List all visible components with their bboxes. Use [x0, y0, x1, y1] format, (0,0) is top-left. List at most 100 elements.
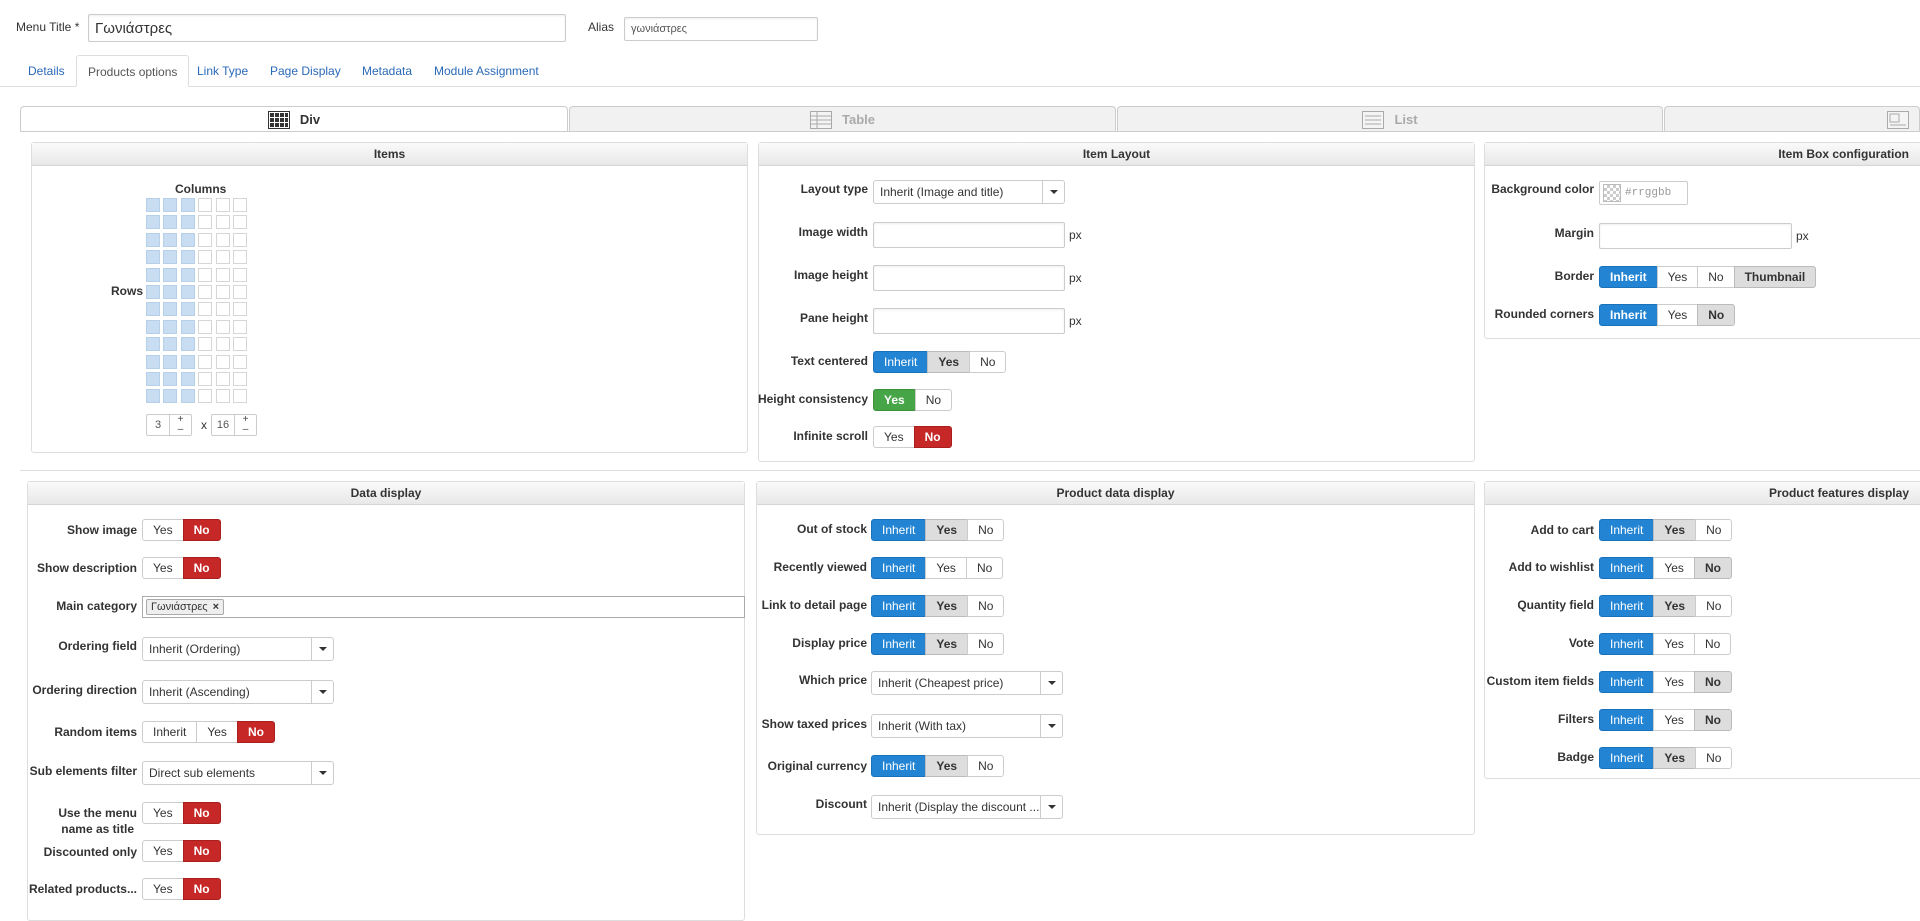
grid-cell[interactable] [163, 389, 178, 404]
rows-stepper[interactable]: 16 + – [211, 414, 257, 436]
grid-cell[interactable] [146, 389, 160, 404]
vote-inherit[interactable]: Inherit [1599, 633, 1655, 655]
text-centered-yes[interactable]: Yes [927, 351, 971, 373]
grid-cell[interactable] [163, 354, 178, 369]
custom-fields-yes[interactable]: Yes [1653, 671, 1695, 693]
grid-cell[interactable] [215, 198, 230, 212]
random-items-inherit[interactable]: Inherit [142, 721, 198, 743]
grid-cell[interactable] [180, 267, 195, 282]
rounded-inherit[interactable]: Inherit [1599, 304, 1658, 326]
grid-cell[interactable] [180, 250, 195, 265]
grid-cell[interactable] [198, 302, 213, 317]
grid-cell[interactable] [146, 215, 160, 230]
grid-cell[interactable] [233, 285, 247, 299]
quantity-field-no[interactable]: No [1695, 595, 1733, 617]
tab-products-options[interactable]: Products options [76, 55, 190, 87]
grid-cell[interactable] [215, 319, 230, 334]
recently-viewed-no[interactable]: No [965, 557, 1004, 579]
ordering-field-select[interactable]: Inherit (Ordering) [142, 637, 334, 661]
border-inherit[interactable]: Inherit [1599, 266, 1658, 288]
image-height-input[interactable] [873, 265, 1065, 291]
menu-name-title-yes[interactable]: Yes [142, 802, 184, 824]
filters-yes[interactable]: Yes [1653, 709, 1695, 731]
text-centered-inherit[interactable]: Inherit [873, 351, 929, 373]
show-description-yes[interactable]: Yes [142, 557, 184, 579]
grid-cell[interactable] [215, 389, 230, 404]
grid-cell[interactable] [146, 232, 160, 247]
discount-select[interactable]: Inherit (Display the discount ... [871, 795, 1063, 819]
grid-cell[interactable] [233, 302, 247, 317]
show-description-no[interactable]: No [182, 557, 221, 579]
grid-cell[interactable] [146, 250, 160, 265]
original-currency-no[interactable]: No [967, 755, 1005, 777]
grid-cell[interactable] [180, 319, 195, 334]
random-items-no[interactable]: No [236, 721, 275, 743]
grid-cell[interactable] [180, 232, 195, 247]
ordering-direction-select[interactable]: Inherit (Ascending) [142, 680, 334, 704]
main-category-input[interactable]: Γωνιάστρες × [142, 596, 745, 618]
add-to-wishlist-no[interactable]: No [1693, 557, 1732, 579]
grid-cell[interactable] [180, 372, 195, 386]
badge-no[interactable]: No [1695, 747, 1733, 769]
grid-cell[interactable] [233, 372, 247, 386]
text-centered-no[interactable]: No [969, 351, 1007, 373]
border-thumbnail[interactable]: Thumbnail [1733, 266, 1817, 288]
grid-cell[interactable] [163, 215, 178, 230]
tab-module-assignment[interactable]: Module Assignment [423, 55, 550, 87]
show-image-yes[interactable]: Yes [142, 519, 184, 541]
grid-cell[interactable] [163, 285, 178, 299]
grid-cell[interactable] [233, 250, 247, 265]
grid-cell[interactable] [233, 198, 247, 212]
grid-cell[interactable] [198, 215, 213, 230]
discounted-only-no[interactable]: No [182, 840, 221, 862]
image-width-input[interactable] [873, 222, 1065, 248]
grid-cell[interactable] [180, 389, 195, 404]
grid-cell[interactable] [146, 198, 160, 212]
grid-cell[interactable] [198, 372, 213, 386]
grid-cell[interactable] [215, 354, 230, 369]
grid-cell[interactable] [146, 354, 160, 369]
related-products-no[interactable]: No [182, 878, 221, 900]
grid-cell[interactable] [215, 232, 230, 247]
grid-cell[interactable] [146, 302, 160, 317]
grid-cell[interactable] [180, 337, 195, 352]
grid-cell[interactable] [180, 215, 195, 230]
grid-cell[interactable] [215, 250, 230, 265]
tab-link-type[interactable]: Link Type [186, 55, 259, 87]
vote-no[interactable]: No [1693, 633, 1732, 655]
infinite-scroll-no[interactable]: No [913, 426, 952, 448]
badge-inherit[interactable]: Inherit [1599, 747, 1655, 769]
grid-cell[interactable] [233, 267, 247, 282]
custom-fields-inherit[interactable]: Inherit [1599, 671, 1655, 693]
recently-viewed-inherit[interactable]: Inherit [871, 557, 927, 579]
menu-name-title-no[interactable]: No [182, 802, 221, 824]
display-price-inherit[interactable]: Inherit [871, 633, 927, 655]
add-to-wishlist-yes[interactable]: Yes [1653, 557, 1695, 579]
add-to-cart-no[interactable]: No [1695, 519, 1733, 541]
add-to-wishlist-inherit[interactable]: Inherit [1599, 557, 1655, 579]
grid-cell[interactable] [233, 215, 247, 230]
show-image-no[interactable]: No [182, 519, 221, 541]
grid-cell[interactable] [198, 232, 213, 247]
menu-title-input[interactable] [88, 14, 566, 42]
grid-cell[interactable] [215, 215, 230, 230]
quantity-field-inherit[interactable]: Inherit [1599, 595, 1655, 617]
grid-cell[interactable] [233, 319, 247, 334]
columns-stepper[interactable]: 3 + – [146, 414, 192, 436]
grid-cell[interactable] [198, 198, 213, 212]
margin-input[interactable] [1599, 223, 1792, 249]
grid-cell[interactable] [215, 302, 230, 317]
display-price-no[interactable]: No [967, 633, 1005, 655]
minus-icon[interactable]: – [235, 425, 256, 435]
grid-cell[interactable] [146, 285, 160, 299]
grid-cell[interactable] [146, 337, 160, 352]
grid-cell[interactable] [198, 267, 213, 282]
grid-cell[interactable] [215, 267, 230, 282]
grid-cell[interactable] [180, 285, 195, 299]
random-items-yes[interactable]: Yes [196, 721, 238, 743]
tab-metadata[interactable]: Metadata [351, 55, 423, 87]
link-detail-inherit[interactable]: Inherit [871, 595, 927, 617]
grid-cell[interactable] [198, 250, 213, 265]
border-no[interactable]: No [1697, 266, 1735, 288]
grid-cell[interactable] [163, 250, 178, 265]
